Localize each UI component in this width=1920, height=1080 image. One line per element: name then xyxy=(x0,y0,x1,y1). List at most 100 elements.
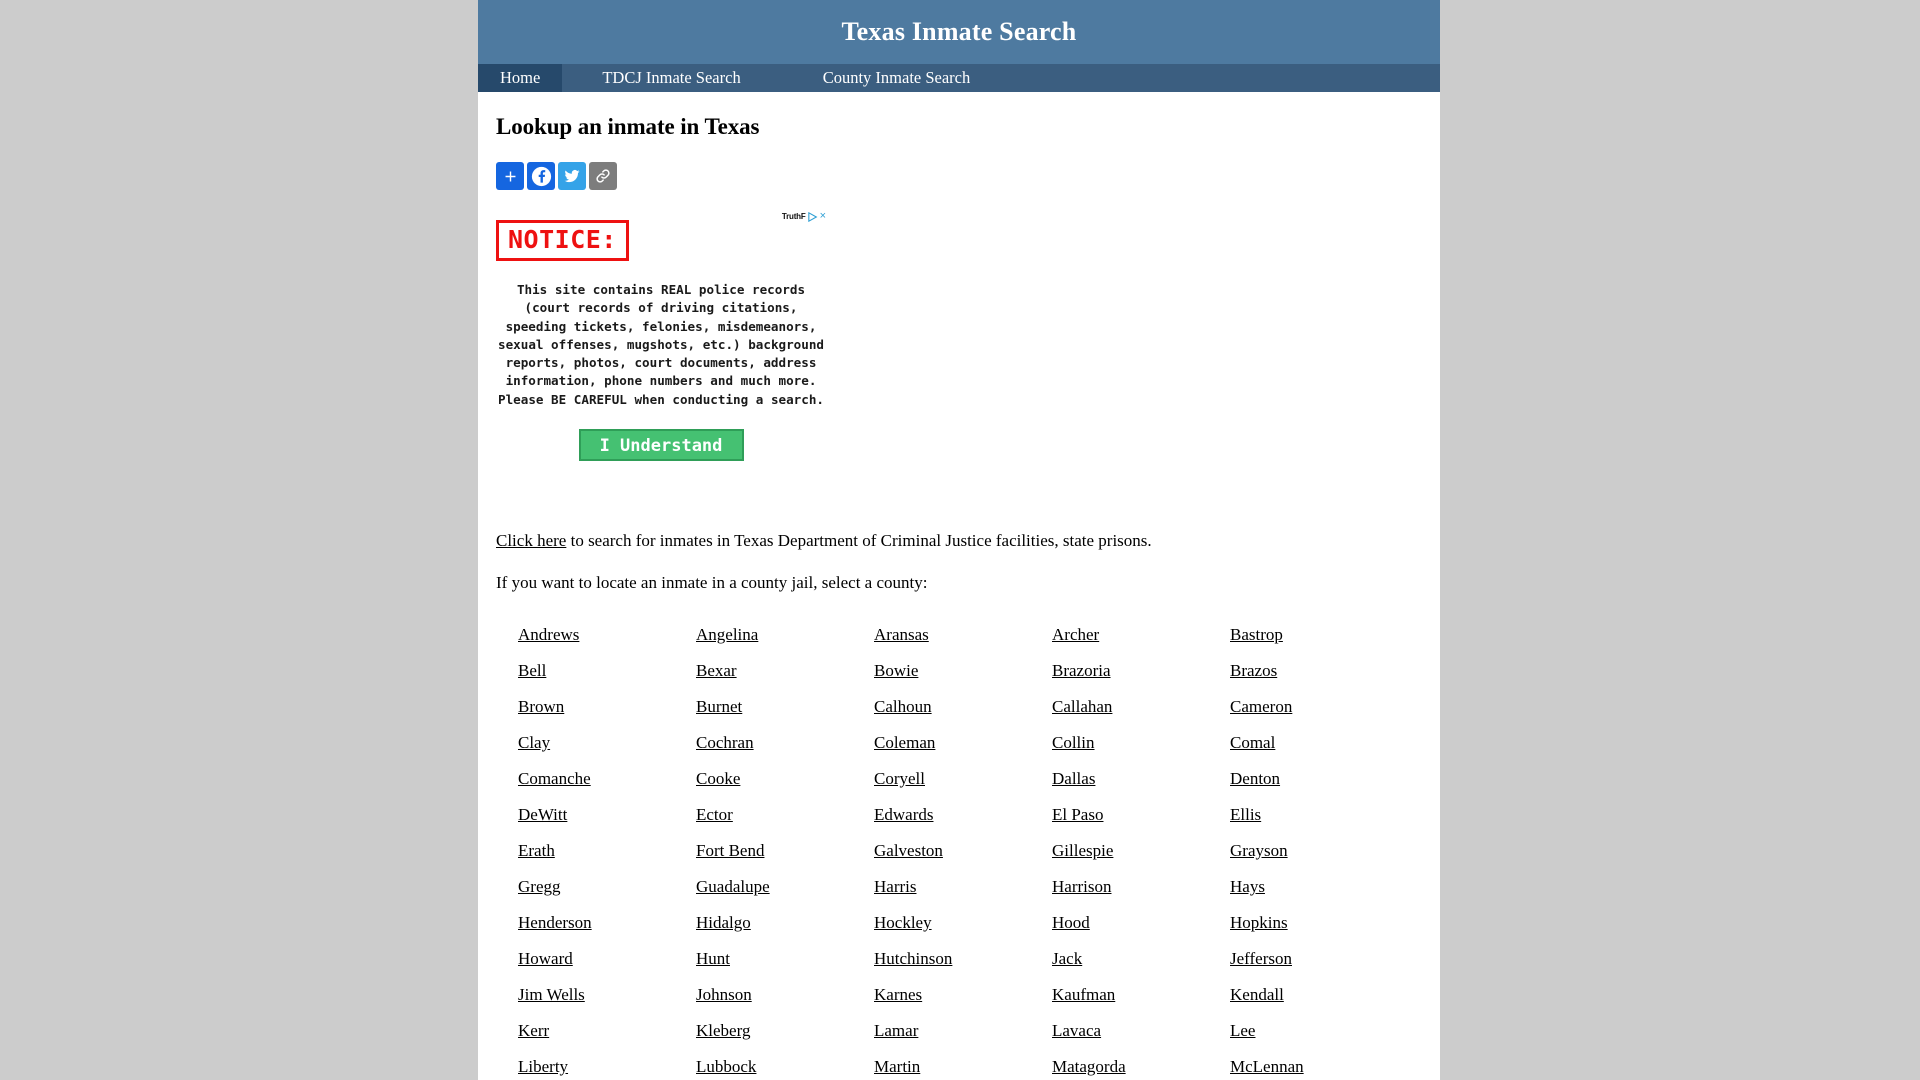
nav-item-tdcj-inmate-search[interactable]: TDCJ Inmate Search xyxy=(562,64,780,92)
county-link-denton[interactable]: Denton xyxy=(1230,769,1280,789)
county-link-harris[interactable]: Harris xyxy=(874,877,916,897)
county-link-erath[interactable]: Erath xyxy=(518,841,555,861)
county-link-bell[interactable]: Bell xyxy=(518,661,546,681)
county-link-jefferson[interactable]: Jefferson xyxy=(1230,949,1292,969)
county-link-callahan[interactable]: Callahan xyxy=(1052,697,1112,717)
county-link-hidalgo[interactable]: Hidalgo xyxy=(696,913,751,933)
county-link-howard[interactable]: Howard xyxy=(518,949,573,969)
county-link-matagorda[interactable]: Matagorda xyxy=(1052,1057,1126,1077)
county-link-lavaca[interactable]: Lavaca xyxy=(1052,1021,1101,1041)
county-link-coryell[interactable]: Coryell xyxy=(874,769,925,789)
county-link-bastrop[interactable]: Bastrop xyxy=(1230,625,1283,645)
county-link-burnet[interactable]: Burnet xyxy=(696,697,742,717)
county-link-cochran[interactable]: Cochran xyxy=(696,733,754,753)
i-understand-button[interactable]: I Understand xyxy=(578,429,744,462)
county-link-clay[interactable]: Clay xyxy=(518,733,550,753)
main-content: Lookup an inmate in Texas TruthF × NOTIC… xyxy=(478,92,1440,1080)
county-link-hockley[interactable]: Hockley xyxy=(874,913,932,933)
county-link-ellis[interactable]: Ellis xyxy=(1230,805,1261,825)
county-link-coleman[interactable]: Coleman xyxy=(874,733,935,753)
county-cell: Hunt xyxy=(696,941,874,977)
county-cell: Comal xyxy=(1230,725,1408,761)
county-link-ector[interactable]: Ector xyxy=(696,805,733,825)
county-link-mclennan[interactable]: McLennan xyxy=(1230,1057,1304,1077)
county-link-hays[interactable]: Hays xyxy=(1230,877,1265,897)
county-cell: Jim Wells xyxy=(518,977,696,1013)
county-link-kerr[interactable]: Kerr xyxy=(518,1021,549,1041)
county-cell: Bastrop xyxy=(1230,617,1408,653)
county-link-dewitt[interactable]: DeWitt xyxy=(518,805,567,825)
share-icon[interactable] xyxy=(496,162,524,190)
county-link-archer[interactable]: Archer xyxy=(1052,625,1099,645)
site-title: Texas Inmate Search xyxy=(841,17,1077,46)
county-link-angelina[interactable]: Angelina xyxy=(696,625,758,645)
county-link-calhoun[interactable]: Calhoun xyxy=(874,697,932,717)
tdcj-search-link[interactable]: Click here xyxy=(496,531,566,550)
county-link-lubbock[interactable]: Lubbock xyxy=(696,1057,756,1077)
county-link-cooke[interactable]: Cooke xyxy=(696,769,740,789)
county-link-johnson[interactable]: Johnson xyxy=(696,985,752,1005)
county-link-comal[interactable]: Comal xyxy=(1230,733,1275,753)
county-cell: Angelina xyxy=(696,617,874,653)
county-link-hunt[interactable]: Hunt xyxy=(696,949,730,969)
county-link-harrison[interactable]: Harrison xyxy=(1052,877,1111,897)
ad-choices-label: TruthF × xyxy=(782,211,826,222)
share-buttons xyxy=(496,162,1422,190)
county-link-martin[interactable]: Martin xyxy=(874,1057,920,1077)
advertisement-block: TruthF × NOTICE: This site contains REAL… xyxy=(496,208,826,503)
county-link-brown[interactable]: Brown xyxy=(518,697,564,717)
county-link-galveston[interactable]: Galveston xyxy=(874,841,943,861)
county-cell: Karnes xyxy=(874,977,1052,1013)
county-link-lamar[interactable]: Lamar xyxy=(874,1021,918,1041)
county-link-dallas[interactable]: Dallas xyxy=(1052,769,1095,789)
facebook-icon[interactable] xyxy=(527,162,555,190)
county-link-grayson[interactable]: Grayson xyxy=(1230,841,1288,861)
county-cell: Callahan xyxy=(1052,689,1230,725)
copy-link-icon[interactable] xyxy=(589,162,617,190)
county-link-jack[interactable]: Jack xyxy=(1052,949,1082,969)
county-link-hood[interactable]: Hood xyxy=(1052,913,1090,933)
county-cell: Ector xyxy=(696,797,874,833)
county-link-liberty[interactable]: Liberty xyxy=(518,1057,568,1077)
county-link-kleberg[interactable]: Kleberg xyxy=(696,1021,750,1041)
county-link-andrews[interactable]: Andrews xyxy=(518,625,579,645)
county-link-el-paso[interactable]: El Paso xyxy=(1052,805,1103,825)
county-cell: Kleberg xyxy=(696,1013,874,1049)
county-cell: Howard xyxy=(518,941,696,977)
ad-close-icon[interactable]: × xyxy=(820,211,826,222)
county-link-hutchinson[interactable]: Hutchinson xyxy=(874,949,952,969)
county-link-hopkins[interactable]: Hopkins xyxy=(1230,913,1288,933)
county-link-jim-wells[interactable]: Jim Wells xyxy=(518,985,585,1005)
county-select-paragraph: If you want to locate an inmate in a cou… xyxy=(496,573,928,592)
county-link-kendall[interactable]: Kendall xyxy=(1230,985,1284,1005)
county-link-edwards[interactable]: Edwards xyxy=(874,805,933,825)
county-link-fort-bend[interactable]: Fort Bend xyxy=(696,841,764,861)
county-link-lee[interactable]: Lee xyxy=(1230,1021,1255,1041)
county-link-gillespie[interactable]: Gillespie xyxy=(1052,841,1113,861)
nav-item-county-inmate-search[interactable]: County Inmate Search xyxy=(781,64,1013,92)
county-cell: Harris xyxy=(874,869,1052,905)
county-link-bowie[interactable]: Bowie xyxy=(874,661,918,681)
nav-item-home[interactable]: Home xyxy=(478,64,563,92)
county-link-guadalupe[interactable]: Guadalupe xyxy=(696,877,770,897)
county-link-gregg[interactable]: Gregg xyxy=(518,877,560,897)
ad-choices-icon[interactable] xyxy=(807,211,818,222)
county-cell: Grayson xyxy=(1230,833,1408,869)
county-link-collin[interactable]: Collin xyxy=(1052,733,1095,753)
county-link-comanche[interactable]: Comanche xyxy=(518,769,591,789)
county-link-brazoria[interactable]: Brazoria xyxy=(1052,661,1111,681)
county-link-karnes[interactable]: Karnes xyxy=(874,985,922,1005)
county-cell: Edwards xyxy=(874,797,1052,833)
county-link-brazos[interactable]: Brazos xyxy=(1230,661,1277,681)
county-link-cameron[interactable]: Cameron xyxy=(1230,697,1292,717)
twitter-icon[interactable] xyxy=(558,162,586,190)
county-link-aransas[interactable]: Aransas xyxy=(874,625,929,645)
county-cell: El Paso xyxy=(1052,797,1230,833)
notice-body-text: This site contains REAL police records (… xyxy=(497,282,825,407)
county-cell: Ellis xyxy=(1230,797,1408,833)
county-link-kaufman[interactable]: Kaufman xyxy=(1052,985,1115,1005)
county-link-henderson[interactable]: Henderson xyxy=(518,913,592,933)
site-container: Texas Inmate Search Home TDCJ Inmate Sea… xyxy=(478,0,1440,1080)
county-cell: Cooke xyxy=(696,761,874,797)
county-link-bexar[interactable]: Bexar xyxy=(696,661,737,681)
